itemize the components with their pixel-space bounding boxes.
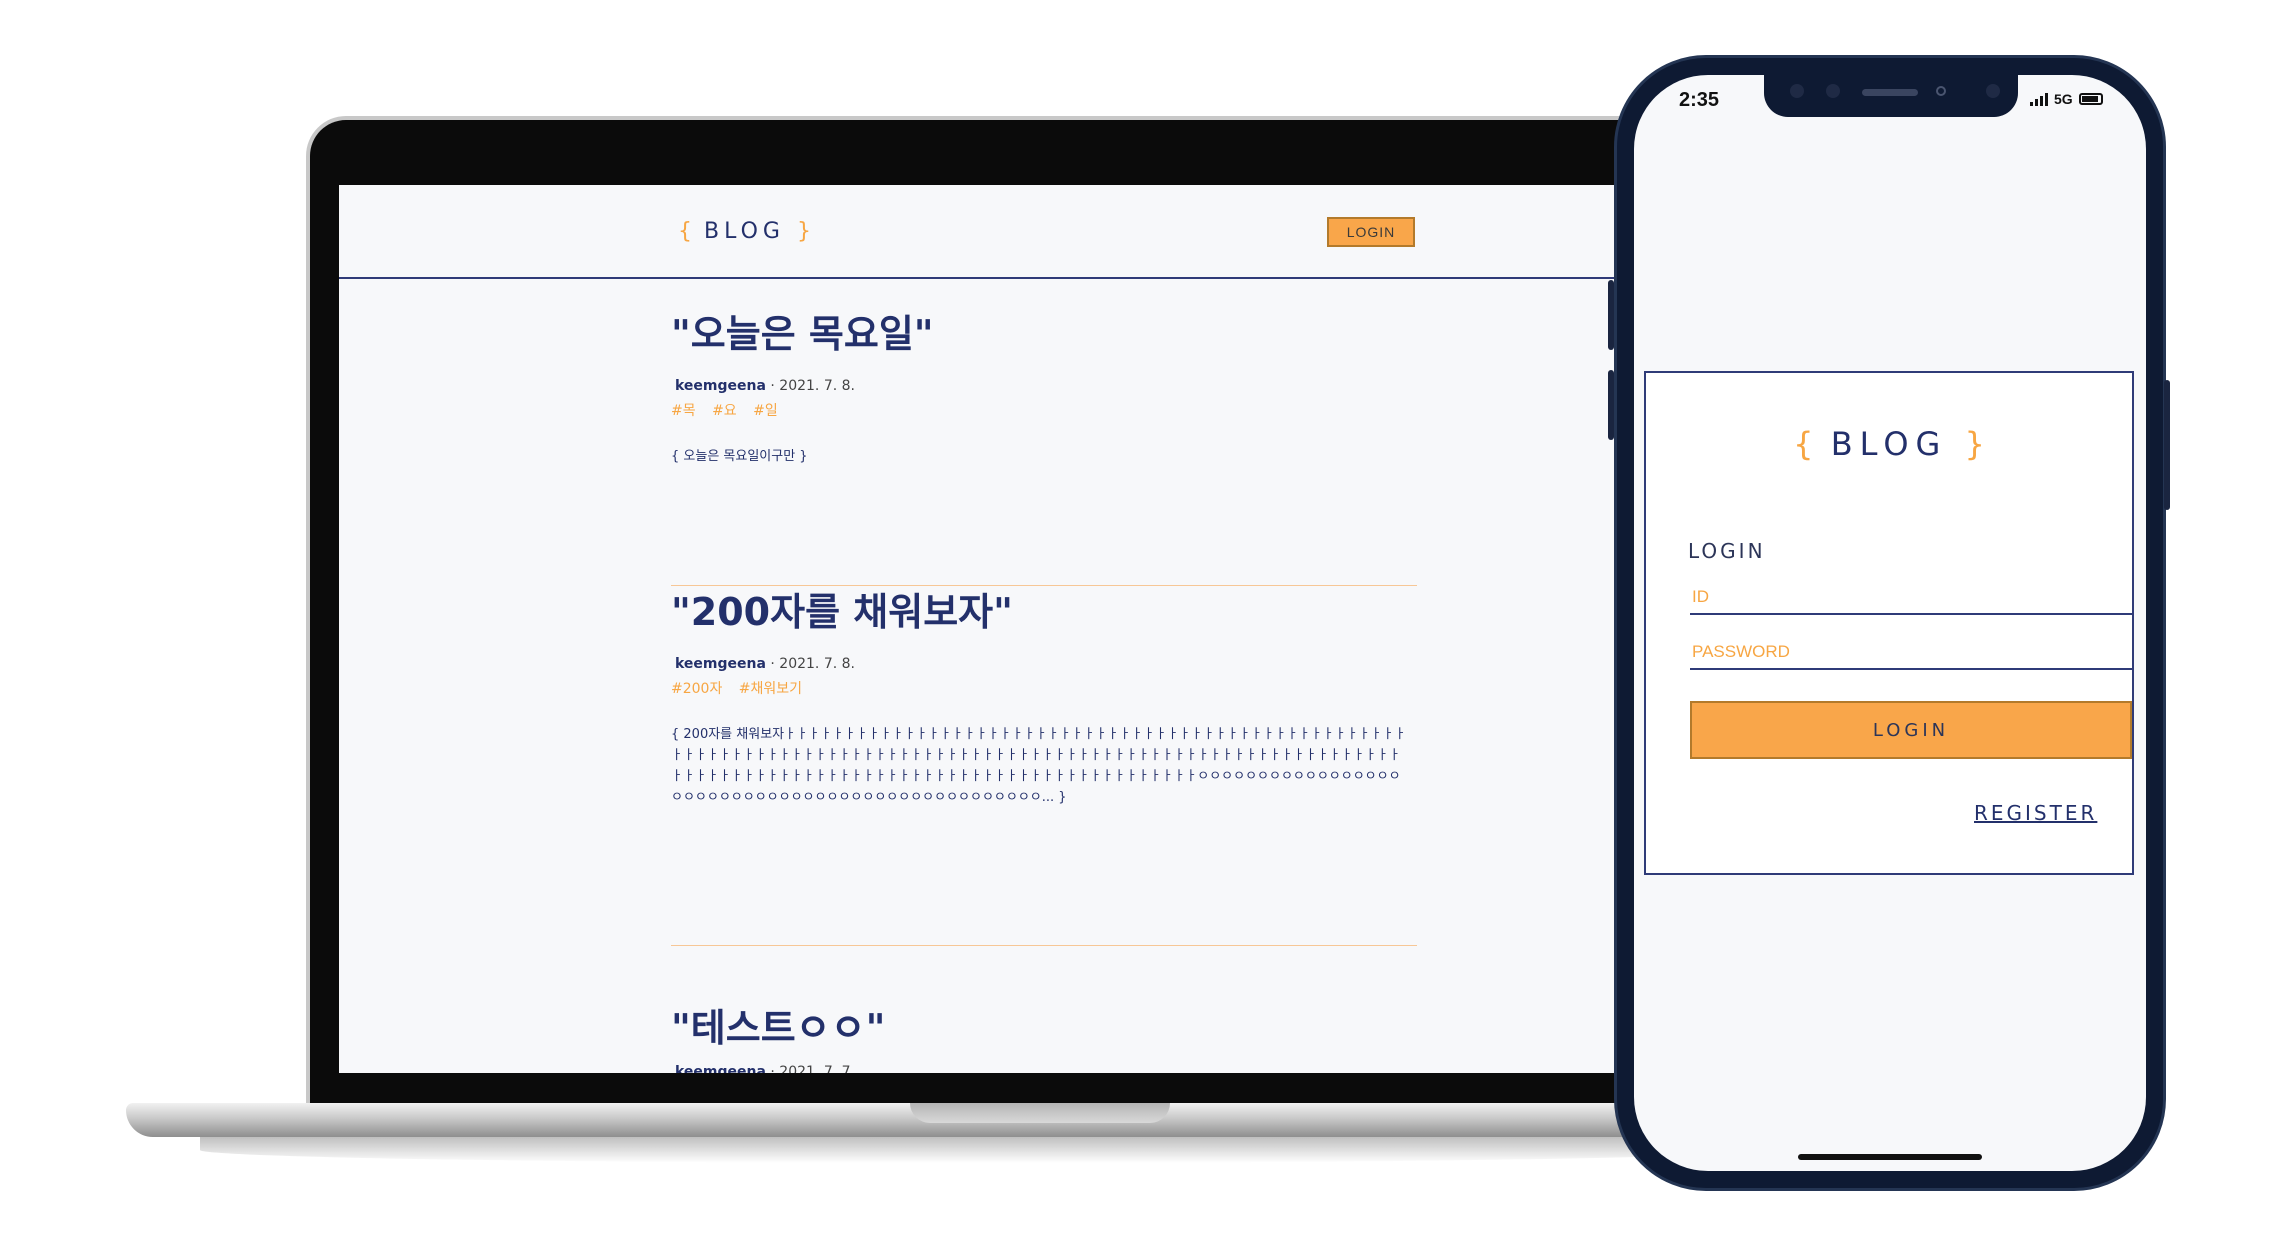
post-excerpt: { 오늘은 목요일이구만 } [671,449,808,464]
post-meta: keemgeena · 2021. 7. 7. [671,1064,1421,1073]
id-input[interactable] [1690,581,2132,615]
home-indicator[interactable] [1798,1154,1982,1160]
login-submit-button[interactable]: LOGIN [1690,701,2132,759]
post-title[interactable]: "200자를 채워보자" [671,581,1421,636]
phone-notch [1764,75,2018,117]
phone-volume-up-button [1608,280,1614,350]
blog-header: { BLOG } LOGIN [339,185,1739,279]
register-link[interactable]: REGISTER [1974,801,2097,825]
login-form-title: LOGIN [1688,539,1766,563]
post-card[interactable]: "200자를 채워보자" keemgeena · 2021. 7. 8. #20… [671,581,1421,808]
post-author[interactable]: keemgeena [675,378,766,394]
post-title[interactable]: "테스트ㅇㅇ" [671,997,1421,1052]
post-author[interactable]: keemgeena [675,1064,766,1073]
brand-close-brace: } [796,219,811,244]
laptop-trackpad-notch [910,1103,1170,1123]
status-time: 2:35 [1679,89,1720,111]
battery-icon [2078,93,2103,105]
camera-icon [1790,84,1804,98]
signal-icon [2030,92,2048,106]
tag[interactable]: #요 [712,403,737,419]
phone-power-button [2164,380,2170,510]
tag[interactable]: #채워보기 [739,681,802,697]
status-indicators: 5G [2030,91,2103,107]
brand-open-brace: { [1793,425,1814,463]
post-card[interactable]: "테스트ㅇㅇ" keemgeena · 2021. 7. 7. [671,997,1421,1073]
tag[interactable]: #목 [671,403,696,419]
phone-screen: 2:35 5G { BLOG } LOGIN LOGIN REGISTER [1634,75,2146,1171]
post-author[interactable]: keemgeena [675,656,766,672]
post-divider [671,945,1417,946]
post-card[interactable]: "오늘은 목요일" keemgeena · 2021. 7. 8. #목 #요 … [671,303,1421,467]
post-date: · 2021. 7. 7. [770,1064,856,1073]
tag[interactable]: #일 [753,403,778,419]
login-card: { BLOG } LOGIN LOGIN REGISTER [1644,371,2134,875]
sensor-icon [1826,84,1840,98]
sensor-icon [1986,84,2000,98]
post-tags: #목 #요 #일 [671,400,1421,420]
post-meta: keemgeena · 2021. 7. 8. [671,378,1421,394]
login-logo: { BLOG } [1646,425,2132,463]
speaker-grille [1862,89,1918,96]
post-title[interactable]: "오늘은 목요일" [671,303,1421,358]
blog-logo[interactable]: { BLOG } [678,219,811,244]
front-camera-icon [1936,86,1946,96]
post-date: · 2021. 7. 8. [770,656,856,672]
laptop-shadow [200,1137,1760,1163]
post-meta: keemgeena · 2021. 7. 8. [671,656,1421,672]
header-login-button[interactable]: LOGIN [1327,217,1415,247]
brand-name: BLOG [1830,425,1948,463]
password-input[interactable] [1690,636,2132,670]
post-tags: #200자 #채워보기 [671,678,1421,698]
brand-close-brace: } [1964,425,1985,463]
brand-name: BLOG [704,219,785,244]
post-excerpt: { 200자를 채워보자ㅏㅏㅏㅏㅏㅏㅏㅏㅏㅏㅏㅏㅏㅏㅏㅏㅏㅏㅏㅏㅏㅏㅏㅏㅏㅏㅏㅏ… [671,727,1407,805]
network-label: 5G [2054,91,2073,107]
brand-open-brace: { [678,219,692,244]
laptop-screen: { BLOG } LOGIN "오늘은 목요일" keemgeena · 202… [339,185,1739,1073]
post-date: · 2021. 7. 8. [770,378,856,394]
phone-volume-down-button [1608,370,1614,440]
tag[interactable]: #200자 [671,681,722,697]
